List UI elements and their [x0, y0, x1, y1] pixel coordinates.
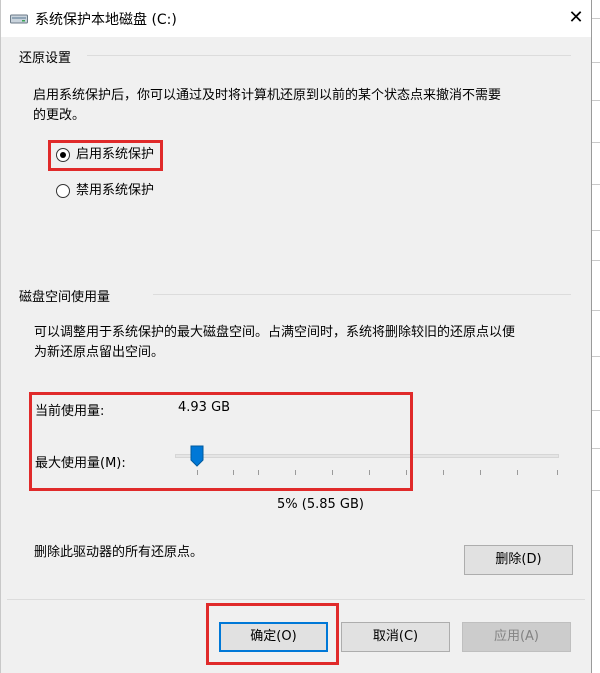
- disk-space-divider: [153, 294, 571, 295]
- slider-tick: [480, 470, 481, 475]
- slider-tick: [517, 470, 518, 475]
- radio-disable-circle[interactable]: [56, 184, 70, 198]
- highlight-box-usage: [29, 392, 413, 491]
- delete-description: 删除此驱动器的所有还原点。: [34, 545, 204, 560]
- restore-settings-label: 还原设置: [19, 51, 72, 66]
- slider-tick: [557, 470, 558, 475]
- radio-disable-protection[interactable]: 禁用系统保护: [56, 182, 166, 202]
- disk-space-description: 可以调整用于系统保护的最大磁盘空间。占满空间时，系统将删除较旧的还原点以便 为新…: [34, 325, 516, 360]
- system-protection-dialog: 系统保护本地磁盘 (C:) ✕ 还原设置 启用系统保护后，你可以通过及时将计算机…: [0, 0, 592, 673]
- max-usage-percent: 5% (5.85 GB): [277, 497, 364, 512]
- background-window-strip: [592, 0, 600, 673]
- restore-description: 启用系统保护后，你可以通过及时将计算机还原到以前的某个状态点来撤消不需要 的更改…: [33, 88, 502, 123]
- button-separator: [7, 599, 585, 600]
- title-bar[interactable]: 系统保护本地磁盘 (C:) ✕: [1, 0, 591, 37]
- restore-settings-divider: [87, 55, 571, 56]
- cancel-button[interactable]: 取消(C): [341, 622, 450, 652]
- drive-icon: [10, 14, 28, 24]
- highlight-box-ok: [206, 603, 339, 665]
- slider-tick: [443, 470, 444, 475]
- close-button[interactable]: ✕: [561, 4, 591, 32]
- disk-space-label: 磁盘空间使用量: [19, 290, 111, 305]
- window-title: 系统保护本地磁盘 (C:): [35, 12, 177, 28]
- highlight-box-enable: [48, 140, 163, 171]
- radio-disable-label[interactable]: 禁用系统保护: [76, 182, 154, 200]
- delete-button[interactable]: 删除(D): [464, 545, 573, 575]
- apply-button[interactable]: 应用(A): [462, 622, 571, 652]
